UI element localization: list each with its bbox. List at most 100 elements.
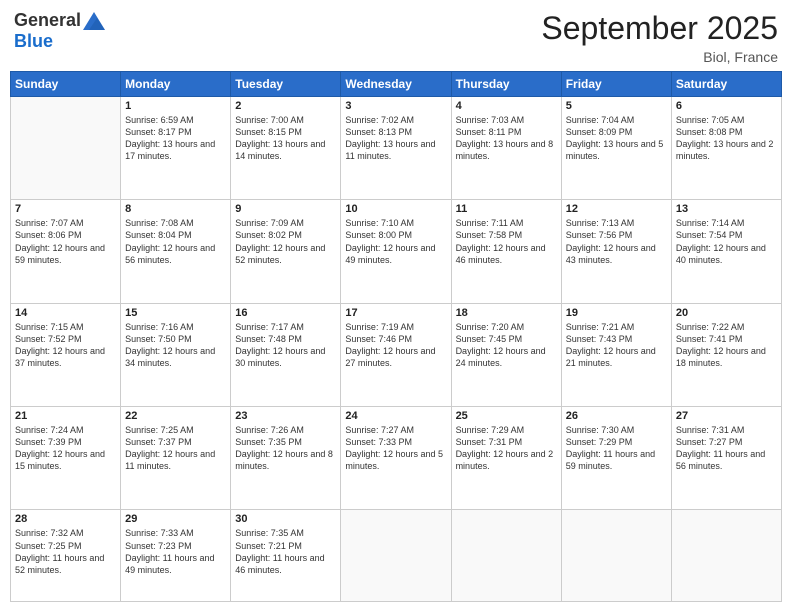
day-number: 30 (235, 513, 336, 525)
day-number: 14 (15, 307, 116, 319)
calendar-cell: 7 Sunrise: 7:07 AM Sunset: 8:06 PM Daylig… (11, 200, 121, 303)
day-number: 26 (566, 410, 667, 422)
day-number: 5 (566, 100, 667, 112)
logo-icon (83, 12, 105, 30)
day-header-saturday: Saturday (671, 72, 781, 97)
calendar-cell (561, 510, 671, 602)
calendar-cell: 24 Sunrise: 7:27 AM Sunset: 7:33 PM Dayli… (341, 407, 451, 510)
calendar-cell: 26 Sunrise: 7:30 AM Sunset: 7:29 PM Dayli… (561, 407, 671, 510)
cell-details: Sunrise: 7:22 AM Sunset: 7:41 PM Dayligh… (676, 321, 777, 370)
cell-details: Sunrise: 7:20 AM Sunset: 7:45 PM Dayligh… (456, 321, 557, 370)
calendar-header-row: SundayMondayTuesdayWednesdayThursdayFrid… (11, 72, 782, 97)
cell-details: Sunrise: 7:07 AM Sunset: 8:06 PM Dayligh… (15, 217, 116, 266)
day-number: 29 (125, 513, 226, 525)
calendar-cell: 10 Sunrise: 7:10 AM Sunset: 8:00 PM Dayli… (341, 200, 451, 303)
calendar-cell (341, 510, 451, 602)
day-header-sunday: Sunday (11, 72, 121, 97)
calendar-cell: 2Sunrise: 7:00 AM Sunset: 8:15 PM Daylig… (231, 97, 341, 200)
logo-general-text: General (14, 10, 81, 31)
cell-details: Sunrise: 7:03 AM Sunset: 8:11 PM Dayligh… (456, 114, 557, 163)
calendar-table: SundayMondayTuesdayWednesdayThursdayFrid… (10, 71, 782, 602)
calendar-cell: 29 Sunrise: 7:33 AM Sunset: 7:23 PM Dayli… (121, 510, 231, 602)
cell-details: Sunrise: 7:11 AM Sunset: 7:58 PM Dayligh… (456, 217, 557, 266)
day-number: 17 (345, 307, 446, 319)
day-number: 7 (15, 203, 116, 215)
day-number: 19 (566, 307, 667, 319)
calendar-cell: 18 Sunrise: 7:20 AM Sunset: 7:45 PM Dayli… (451, 303, 561, 406)
day-number: 8 (125, 203, 226, 215)
calendar-week-5: 28 Sunrise: 7:32 AM Sunset: 7:25 PM Dayli… (11, 510, 782, 602)
cell-details: Sunrise: 7:04 AM Sunset: 8:09 PM Dayligh… (566, 114, 667, 163)
day-number: 27 (676, 410, 777, 422)
calendar-week-2: 7 Sunrise: 7:07 AM Sunset: 8:06 PM Daylig… (11, 200, 782, 303)
cell-details: Sunrise: 7:13 AM Sunset: 7:56 PM Dayligh… (566, 217, 667, 266)
calendar-cell: 15 Sunrise: 7:16 AM Sunset: 7:50 PM Dayli… (121, 303, 231, 406)
cell-details: Sunrise: 7:19 AM Sunset: 7:46 PM Dayligh… (345, 321, 446, 370)
calendar-cell (451, 510, 561, 602)
calendar-cell: 13 Sunrise: 7:14 AM Sunset: 7:54 PM Dayli… (671, 200, 781, 303)
day-number: 15 (125, 307, 226, 319)
calendar-cell: 4 Sunrise: 7:03 AM Sunset: 8:11 PM Daylig… (451, 97, 561, 200)
calendar-week-3: 14Sunrise: 7:15 AM Sunset: 7:52 PM Dayli… (11, 303, 782, 406)
day-number: 12 (566, 203, 667, 215)
day-header-wednesday: Wednesday (341, 72, 451, 97)
cell-details: Sunrise: 7:09 AM Sunset: 8:02 PM Dayligh… (235, 217, 336, 266)
day-number: 4 (456, 100, 557, 112)
cell-details: Sunrise: 7:14 AM Sunset: 7:54 PM Dayligh… (676, 217, 777, 266)
day-header-friday: Friday (561, 72, 671, 97)
cell-details: Sunrise: 6:59 AM Sunset: 8:17 PM Dayligh… (125, 114, 226, 163)
cell-details: Sunrise: 7:32 AM Sunset: 7:25 PM Dayligh… (15, 527, 116, 576)
logo: General Blue (14, 10, 105, 52)
day-number: 24 (345, 410, 446, 422)
cell-details: Sunrise: 7:10 AM Sunset: 8:00 PM Dayligh… (345, 217, 446, 266)
cell-details: Sunrise: 7:33 AM Sunset: 7:23 PM Dayligh… (125, 527, 226, 576)
day-number: 25 (456, 410, 557, 422)
logo-blue-text: Blue (14, 31, 53, 52)
calendar-cell: 19 Sunrise: 7:21 AM Sunset: 7:43 PM Dayli… (561, 303, 671, 406)
calendar-cell (11, 97, 121, 200)
calendar-cell: 3Sunrise: 7:02 AM Sunset: 8:13 PM Daylig… (341, 97, 451, 200)
day-number: 1 (125, 100, 226, 112)
cell-details: Sunrise: 7:21 AM Sunset: 7:43 PM Dayligh… (566, 321, 667, 370)
calendar-cell: 8 Sunrise: 7:08 AM Sunset: 8:04 PM Daylig… (121, 200, 231, 303)
cell-details: Sunrise: 7:05 AM Sunset: 8:08 PM Dayligh… (676, 114, 777, 163)
day-number: 13 (676, 203, 777, 215)
cell-details: Sunrise: 7:26 AM Sunset: 7:35 PM Dayligh… (235, 424, 336, 473)
calendar-cell (671, 510, 781, 602)
month-title: September 2025 (541, 10, 778, 47)
calendar-cell: 28 Sunrise: 7:32 AM Sunset: 7:25 PM Dayli… (11, 510, 121, 602)
calendar-cell: 16 Sunrise: 7:17 AM Sunset: 7:48 PM Dayli… (231, 303, 341, 406)
calendar-cell: 6 Sunrise: 7:05 AM Sunset: 8:08 PM Daylig… (671, 97, 781, 200)
page: General Blue September 2025 Biol, France… (0, 0, 792, 612)
day-number: 10 (345, 203, 446, 215)
cell-details: Sunrise: 7:08 AM Sunset: 8:04 PM Dayligh… (125, 217, 226, 266)
calendar-cell: 9Sunrise: 7:09 AM Sunset: 8:02 PM Daylig… (231, 200, 341, 303)
title-block: September 2025 Biol, France (541, 10, 778, 65)
day-number: 21 (15, 410, 116, 422)
calendar-cell: 5 Sunrise: 7:04 AM Sunset: 8:09 PM Daylig… (561, 97, 671, 200)
calendar-cell: 30 Sunrise: 7:35 AM Sunset: 7:21 PM Dayli… (231, 510, 341, 602)
cell-details: Sunrise: 7:31 AM Sunset: 7:27 PM Dayligh… (676, 424, 777, 473)
day-number: 6 (676, 100, 777, 112)
cell-details: Sunrise: 7:02 AM Sunset: 8:13 PM Dayligh… (345, 114, 446, 163)
day-header-tuesday: Tuesday (231, 72, 341, 97)
day-number: 16 (235, 307, 336, 319)
calendar-cell: 23Sunrise: 7:26 AM Sunset: 7:35 PM Dayli… (231, 407, 341, 510)
cell-details: Sunrise: 7:17 AM Sunset: 7:48 PM Dayligh… (235, 321, 336, 370)
calendar-cell: 12 Sunrise: 7:13 AM Sunset: 7:56 PM Dayli… (561, 200, 671, 303)
calendar-cell: 25 Sunrise: 7:29 AM Sunset: 7:31 PM Dayli… (451, 407, 561, 510)
calendar-cell: 14Sunrise: 7:15 AM Sunset: 7:52 PM Dayli… (11, 303, 121, 406)
cell-details: Sunrise: 7:30 AM Sunset: 7:29 PM Dayligh… (566, 424, 667, 473)
calendar-cell: 20 Sunrise: 7:22 AM Sunset: 7:41 PM Dayli… (671, 303, 781, 406)
header: General Blue September 2025 Biol, France (10, 10, 782, 65)
day-number: 18 (456, 307, 557, 319)
cell-details: Sunrise: 7:27 AM Sunset: 7:33 PM Dayligh… (345, 424, 446, 473)
cell-details: Sunrise: 7:29 AM Sunset: 7:31 PM Dayligh… (456, 424, 557, 473)
day-number: 20 (676, 307, 777, 319)
cell-details: Sunrise: 7:35 AM Sunset: 7:21 PM Dayligh… (235, 527, 336, 576)
cell-details: Sunrise: 7:16 AM Sunset: 7:50 PM Dayligh… (125, 321, 226, 370)
day-number: 28 (15, 513, 116, 525)
calendar-cell: 22Sunrise: 7:25 AM Sunset: 7:37 PM Dayli… (121, 407, 231, 510)
calendar-cell: 21Sunrise: 7:24 AM Sunset: 7:39 PM Dayli… (11, 407, 121, 510)
cell-details: Sunrise: 7:25 AM Sunset: 7:37 PM Dayligh… (125, 424, 226, 473)
